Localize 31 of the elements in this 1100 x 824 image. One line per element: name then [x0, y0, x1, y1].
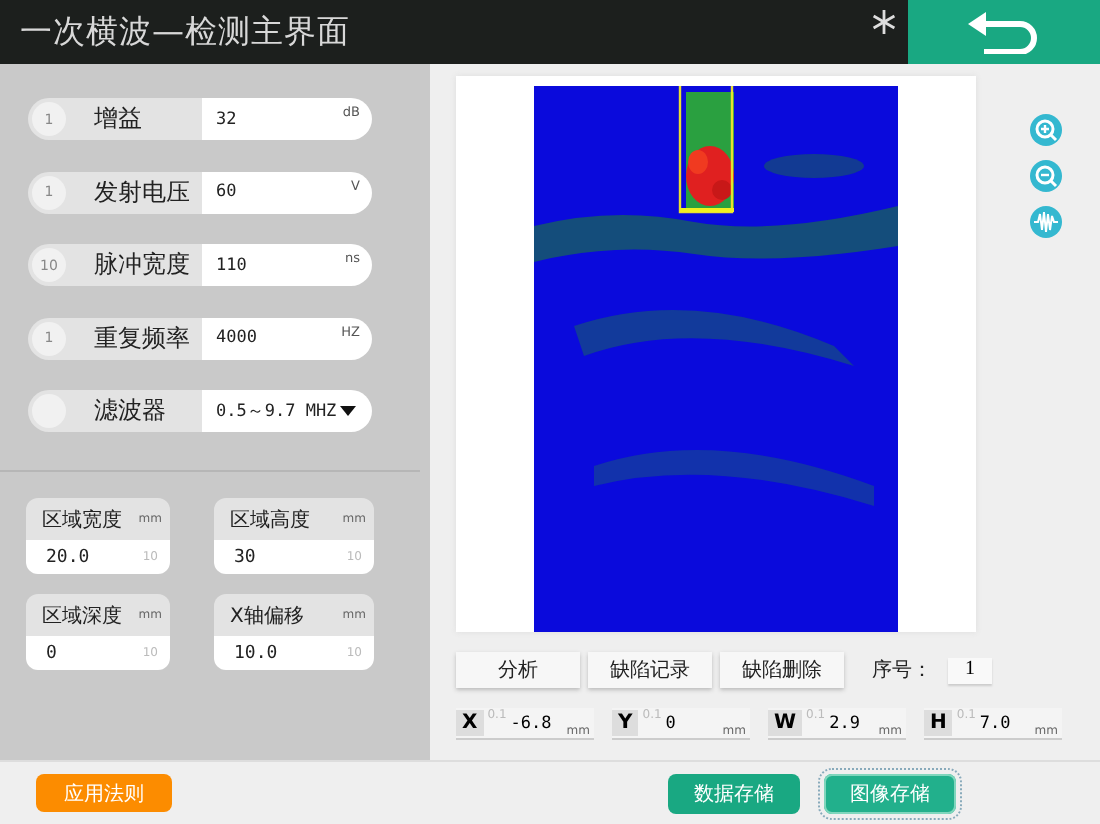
- axis-label: Y: [612, 710, 639, 736]
- waveform-icon[interactable]: [1030, 206, 1062, 238]
- action-button[interactable]: 分析: [456, 652, 580, 688]
- parameter-label: 增益: [94, 102, 142, 136]
- zoom-in-icon[interactable]: [1030, 114, 1062, 146]
- caret-icon: [340, 406, 356, 416]
- filter-dropdown[interactable]: 0.5～9.7 MHZ: [202, 390, 372, 432]
- toggle-circle[interactable]: [32, 394, 66, 428]
- zoom-out-icon[interactable]: [1030, 160, 1062, 192]
- axis-label: W: [768, 710, 803, 736]
- coordinate-value: 2.9: [829, 713, 862, 733]
- parameter-label: 重复频率: [94, 321, 190, 355]
- coordinate-value: 0: [665, 713, 678, 733]
- window-title: 一次横波—检测主界面: [18, 11, 352, 53]
- parameter-label: 发射电压: [94, 175, 190, 209]
- index-field[interactable]: 1: [948, 657, 992, 683]
- axis-label: X: [456, 710, 484, 736]
- parameter-label: 滤波器: [94, 394, 166, 428]
- coordinate-value: 7.0: [979, 713, 1013, 733]
- back-button[interactable]: [908, 0, 1100, 64]
- coordinate-value: -6.8: [510, 713, 554, 733]
- axis-label: H: [924, 710, 953, 736]
- action-button[interactable]: 缺陷删除: [720, 652, 844, 688]
- snowflake-icon[interactable]: [872, 10, 896, 34]
- region-label: X轴偏移: [230, 603, 304, 629]
- action-button[interactable]: 缺陷记录: [588, 652, 712, 688]
- region-label: 区域高度: [230, 507, 310, 533]
- parameter-label: 脉冲宽度: [94, 248, 190, 282]
- region-label: 区域深度: [42, 603, 122, 629]
- region-label: 区域宽度: [42, 507, 122, 533]
- index-label: 序号：: [872, 657, 932, 684]
